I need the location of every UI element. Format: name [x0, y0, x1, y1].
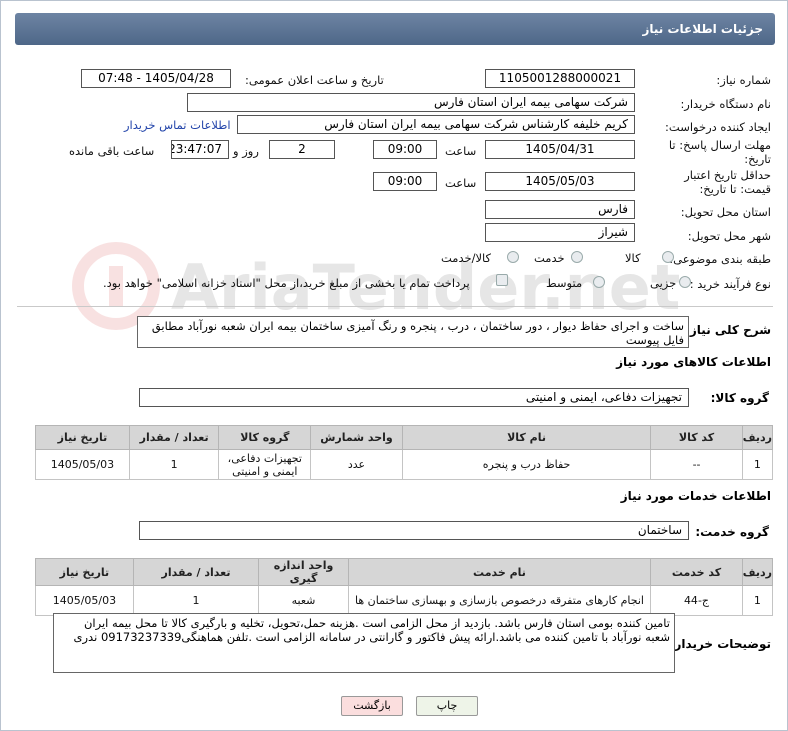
buyer-org-label: نام دستگاه خریدار: — [680, 97, 771, 111]
services-col-name: نام خدمت — [347, 558, 652, 586]
page: جزئیات اطلاعات نیاز AriaTender.net شماره… — [0, 0, 788, 731]
goods-cell-unit: عدد — [310, 449, 403, 480]
page-title: جزئیات اطلاعات نیاز — [642, 22, 763, 36]
services-group-field: ساختمان — [139, 521, 689, 540]
process-radio-minor[interactable] — [679, 276, 691, 288]
services-cell-name: انجام کارهای متفرقه درخصوص بازسازی و بهس… — [347, 585, 652, 616]
process-label: نوع فرآیند خرید : — [689, 277, 771, 291]
goods-cell-code: -- — [650, 449, 743, 480]
validity-label: حداقل تاریخ اعتبار قیمت: تا تاریخ: — [684, 168, 771, 196]
need-number-label: شماره نیاز: — [716, 73, 771, 87]
table-row: 1 -- حفاظ درب و پنجره عدد تجهیزات دفاعی،… — [35, 449, 774, 480]
deadline-time-field: 09:00 — [373, 140, 437, 159]
city-label: شهر محل تحویل: — [687, 229, 771, 243]
category-option-service: خدمت — [534, 251, 565, 265]
city-field: شیراز — [485, 223, 635, 242]
goods-cell-qty: 1 — [128, 449, 220, 480]
goods-cell-date: 1405/05/03 — [35, 449, 130, 480]
category-radio-goods[interactable] — [662, 251, 674, 263]
treasury-note: پرداخت تمام یا بخشی از مبلغ خرید،از محل … — [103, 276, 470, 290]
goods-section-title: اطلاعات کالاهای مورد نیاز — [616, 355, 771, 369]
treasury-checkbox[interactable] — [496, 274, 508, 286]
goods-group-field: تجهیزات دفاعی، ایمنی و امنیتی — [139, 388, 689, 407]
requester-label: ایجاد کننده درخواست: — [665, 120, 771, 134]
services-cell-code: ج-44 — [650, 585, 743, 616]
category-radio-goods-service[interactable] — [507, 251, 519, 263]
goods-group-label: گروه کالا: — [710, 391, 769, 405]
process-radio-medium[interactable] — [593, 276, 605, 288]
services-section-title: اطلاعات خدمات مورد نیاز — [620, 489, 771, 503]
goods-col-date: تاریخ نیاز — [35, 425, 130, 450]
services-col-qty: تعداد / مقدار — [132, 558, 260, 586]
requester-field: کریم خلیفه کارشناس شرکت سهامی بیمه ایران… — [237, 115, 635, 134]
goods-cell-name: حفاظ درب و پنجره — [401, 449, 652, 480]
process-option-minor: جزیی — [650, 276, 677, 290]
print-button[interactable]: چاپ — [416, 696, 478, 716]
services-cell-date: 1405/05/03 — [35, 585, 134, 616]
services-cell-unit: شعبه — [258, 585, 349, 616]
goods-cell-group: تجهیزات دفاعی، ایمنی و امنیتی — [218, 449, 312, 480]
need-number-field: 1105001288000021 — [485, 69, 635, 88]
goods-col-row: ردیف — [741, 425, 774, 450]
category-option-goods-service: کالا/خدمت — [441, 251, 492, 265]
process-option-medium: متوسط — [546, 276, 583, 290]
buyer-org-field: شرکت سهامی بیمه ایران استان فارس — [187, 93, 635, 112]
province-field: فارس — [485, 200, 635, 219]
table-row: 1 ج-44 انجام کارهای متفرقه درخصوص بازساز… — [35, 585, 774, 616]
announce-field: 1405/04/28 - 07:48 — [81, 69, 231, 88]
category-radio-service[interactable] — [571, 251, 583, 263]
deadline-date-field: 1405/04/31 — [485, 140, 635, 159]
page-header: جزئیات اطلاعات نیاز — [15, 13, 775, 45]
services-table-header: ردیف کد خدمت نام خدمت واحد اندازه گیری ت… — [35, 558, 774, 586]
goods-col-group: گروه کالا — [218, 425, 312, 450]
goods-col-qty: تعداد / مقدار — [128, 425, 220, 450]
services-cell-qty: 1 — [132, 585, 260, 616]
deadline-label: مهلت ارسال پاسخ: تا تاریخ: — [668, 138, 771, 166]
announce-label: تاریخ و ساعت اعلان عمومی: — [245, 73, 384, 87]
goods-col-code: کد کالا — [650, 425, 743, 450]
days-label: روز و — [233, 144, 259, 158]
remaining-label: ساعت باقی مانده — [69, 144, 155, 158]
services-col-code: کد خدمت — [650, 558, 743, 586]
divider — [17, 306, 773, 307]
validity-date-field: 1405/05/03 — [485, 172, 635, 191]
services-col-row: ردیف — [741, 558, 774, 586]
services-cell-row: 1 — [741, 585, 774, 616]
services-col-date: تاریخ نیاز — [35, 558, 134, 586]
goods-table: ردیف کد کالا نام کالا واحد شمارش گروه کا… — [35, 425, 774, 480]
buyer-contact-link[interactable]: اطلاعات تماس خریدار — [124, 118, 231, 132]
goods-cell-row: 1 — [741, 449, 774, 480]
services-group-label: گروه خدمت: — [695, 525, 769, 539]
remaining-time-field: 23:47:07 — [171, 140, 229, 159]
days-remaining-field: 2 — [269, 140, 335, 159]
validity-time-field: 09:00 — [373, 172, 437, 191]
validity-time-label: ساعت — [445, 176, 477, 190]
buyer-notes-label: توضیحات خریدار: — [669, 637, 771, 651]
services-table: ردیف کد خدمت نام خدمت واحد اندازه گیری ت… — [35, 558, 774, 616]
province-label: استان محل تحویل: — [680, 205, 771, 219]
goods-col-unit: واحد شمارش — [310, 425, 403, 450]
description-text: ساخت و اجرای حفاظ دیوار ، دور ساختمان ، … — [137, 316, 689, 348]
deadline-time-label: ساعت — [445, 144, 477, 158]
goods-table-header: ردیف کد کالا نام کالا واحد شمارش گروه کا… — [35, 425, 774, 450]
goods-col-name: نام کالا — [401, 425, 652, 450]
description-label: شرح کلی نیاز: — [685, 323, 771, 337]
category-option-goods: کالا — [625, 251, 641, 265]
buyer-notes-text: تامین کننده بومی استان فارس باشد. بازدید… — [53, 613, 675, 673]
services-col-unit: واحد اندازه گیری — [258, 558, 349, 586]
category-label: طبقه بندی موضوعی: — [669, 252, 771, 266]
back-button[interactable]: بازگشت — [341, 696, 403, 716]
